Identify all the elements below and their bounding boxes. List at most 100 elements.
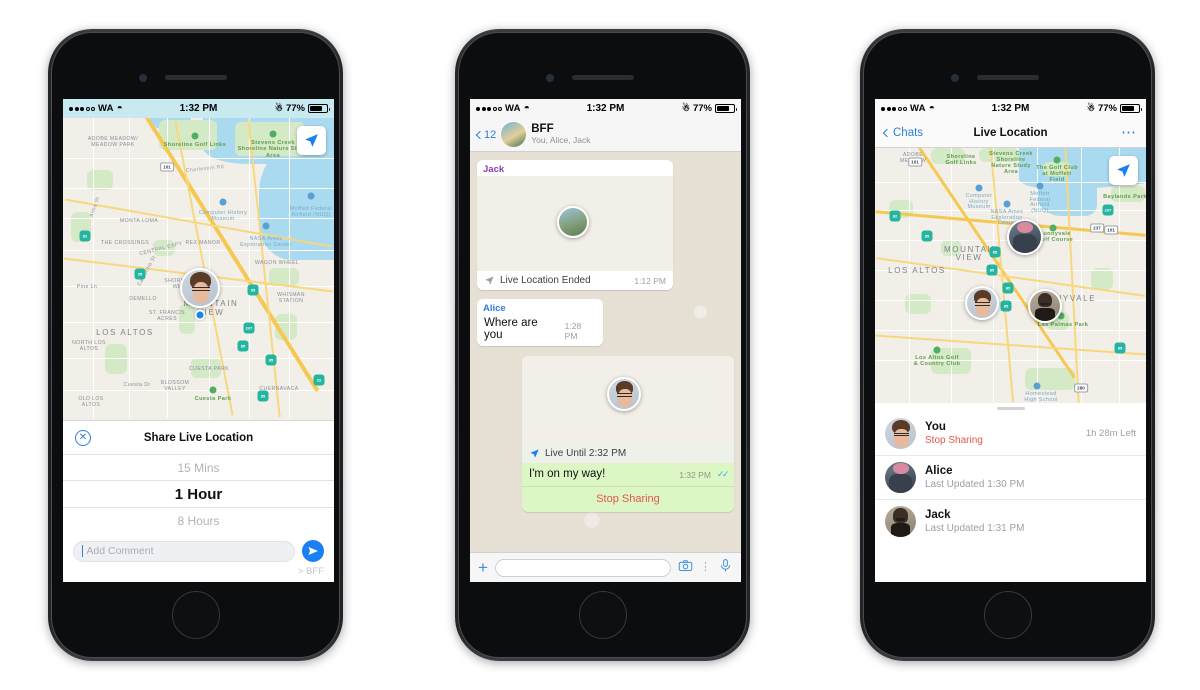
map-label: Baylands Park — [1103, 194, 1146, 200]
map-avatar-pin-alice[interactable] — [1007, 219, 1043, 255]
message-bubble-outgoing[interactable]: REX MANOR CASTRO MOUNTAIN VIEW ST. FRANC… — [522, 356, 734, 512]
message-bubble-alice[interactable]: Alice Where are you 1:28 PM — [477, 299, 603, 346]
list-item-text: Alice Last Updated 1:30 PM — [925, 464, 1025, 492]
camera-icon[interactable] — [678, 558, 693, 578]
comment-placeholder: Add Comment — [86, 545, 154, 557]
map-avatar-pin-you[interactable] — [965, 286, 999, 320]
locate-arrow-icon[interactable] — [297, 126, 326, 155]
participant-name: Jack — [925, 508, 951, 521]
participant-name: You — [925, 420, 946, 433]
map-label: ADOBE MEADOW/ MEADOW PARK — [87, 136, 139, 149]
map-route-shield: 101 — [1104, 225, 1118, 235]
chat-title-block[interactable]: BFF You, Alice, Jack — [531, 123, 590, 146]
chat-nav-bar: 12 BFF You, Alice, Jack — [470, 118, 741, 152]
locate-arrow-icon[interactable] — [1109, 156, 1138, 185]
sheet-title: Share Live Location — [143, 431, 254, 444]
duration-option-1-hour[interactable]: 1 Hour — [63, 480, 334, 508]
more-dots-icon[interactable]: ⋮ — [700, 562, 711, 572]
bubble-map-thumbnail: 101 LINDENWOOD TWO OAKS Menlo-Atherton H… — [477, 176, 673, 271]
stop-sharing-button[interactable]: Stop Sharing — [522, 486, 734, 512]
map-route-shield: 237 — [1090, 223, 1104, 233]
map-route-shield: 101 — [908, 157, 922, 167]
avatar — [885, 418, 916, 449]
last-updated-label: Last Updated 1:30 PM — [925, 479, 1025, 491]
map-exit-marker: 85 — [1000, 300, 1012, 312]
map-label: Los Altos Golf & Country Club — [913, 355, 961, 367]
map-view-1[interactable]: Shoreline Golf Links Stevens Creek Shore… — [63, 118, 334, 420]
list-item-alice[interactable]: Alice Last Updated 1:30 PM — [875, 456, 1146, 500]
map-poi-icon — [307, 192, 315, 200]
duration-option-15-mins[interactable]: 15 Mins — [63, 455, 334, 480]
message-bubble-jack[interactable]: Jack 101 — [477, 160, 673, 290]
map-exit-marker: 85 — [921, 230, 933, 242]
message-input[interactable] — [494, 558, 671, 577]
map-avatar-pin-you[interactable] — [180, 268, 220, 308]
map-green — [105, 344, 127, 374]
battery-icon — [308, 104, 330, 113]
comment-row: Add Comment — [63, 533, 334, 566]
map-road — [289, 118, 290, 418]
map-label: LOS ALTOS — [888, 266, 946, 275]
earpiece-speaker — [976, 75, 1039, 80]
phone-1-screen: WA ◓ 1:32 PM ☃ 77% Shoreline Golf Links … — [63, 99, 334, 582]
map-label: MOUNTAIN VIEW — [944, 245, 999, 263]
phone-device-1: WA ◓ 1:32 PM ☃ 77% Shoreline Golf Links … — [48, 29, 343, 661]
send-paper-plane-icon[interactable] — [302, 540, 324, 562]
map-label: OLD LOS ALTOS — [78, 396, 104, 408]
live-location-arrow-icon — [530, 449, 539, 458]
map-road — [63, 322, 334, 323]
map-label: NORTH LOS ALTOS — [72, 340, 106, 352]
map-exit-marker: 85 — [237, 340, 249, 352]
map-poi-icon — [975, 184, 983, 192]
live-location-status-row: Live Location Ended 1:12 PM — [477, 271, 673, 290]
map-poi-icon — [1036, 182, 1044, 190]
map-poi-icon — [1033, 382, 1041, 390]
group-avatar[interactable] — [501, 122, 527, 147]
list-item-jack[interactable]: Jack Last Updated 1:31 PM — [875, 500, 1146, 543]
last-updated-label: Last Updated 1:31 PM — [925, 523, 1025, 535]
chat-participants: You, Alice, Jack — [531, 135, 591, 146]
stop-sharing-button[interactable]: Stop Sharing — [925, 434, 983, 447]
chat-message-list[interactable]: Jack 101 — [470, 152, 741, 552]
home-button[interactable] — [983, 591, 1032, 639]
map-road — [129, 118, 130, 418]
map-label: Charleston Rd — [185, 164, 225, 174]
list-item-you[interactable]: You Stop Sharing 1h 28m Left — [875, 412, 1146, 456]
phone-device-2: WA ◓ 1:32 PM ☃ 77% 12 BFF You, Alice, Ja… — [455, 29, 750, 661]
close-circle-icon[interactable]: ✕ — [75, 429, 91, 446]
bubble-avatar-pin-jack — [557, 206, 589, 238]
more-dots-icon[interactable]: ⋯ — [1121, 125, 1137, 140]
front-camera-icon — [545, 74, 554, 82]
back-button[interactable]: 12 — [475, 128, 497, 141]
map-green — [87, 170, 113, 190]
duration-option-8-hours[interactable]: 8 Hours — [63, 508, 334, 533]
add-comment-input[interactable]: Add Comment — [73, 540, 295, 562]
map-road — [63, 250, 334, 251]
status-bar-3: WA ◓ 1:32 PM ☃ 77% — [875, 99, 1146, 118]
map-label: The Golf Club at Moffett Field — [1036, 165, 1078, 183]
map-exit-marker: 85 — [257, 390, 269, 402]
unread-badge: 12 — [484, 128, 497, 141]
page-title: Live Location — [973, 126, 1048, 139]
home-button[interactable] — [578, 591, 627, 639]
message-time: 1:12 PM — [634, 275, 666, 286]
chevron-left-icon — [475, 130, 485, 139]
map-exit-marker: 85 — [247, 284, 259, 296]
map-view-3[interactable]: ADOBE MEADOW Shoreline Golf Links Steven… — [875, 148, 1146, 403]
map-poi-icon — [269, 130, 277, 138]
time-remaining: 1h 28m Left — [1085, 428, 1136, 439]
map-poi-icon — [219, 198, 227, 206]
message-time: 1:28 PM — [564, 321, 582, 341]
map-label: CUESTA PARK — [189, 366, 229, 372]
map-poi-icon — [209, 386, 217, 394]
sheet-grabber-handle[interactable] — [996, 407, 1025, 410]
map-poi-icon — [1003, 200, 1011, 208]
microphone-icon[interactable] — [718, 558, 733, 578]
map-avatar-pin-jack[interactable] — [1028, 289, 1062, 323]
message-text: I'm on my way! — [529, 468, 606, 480]
map-exit-marker: 237 — [243, 322, 255, 334]
live-until-row: Live Until 2:32 PM — [522, 444, 734, 463]
plus-icon[interactable]: + — [478, 559, 488, 576]
home-button[interactable] — [171, 591, 220, 639]
map-label: Computer History Museum — [198, 210, 248, 223]
